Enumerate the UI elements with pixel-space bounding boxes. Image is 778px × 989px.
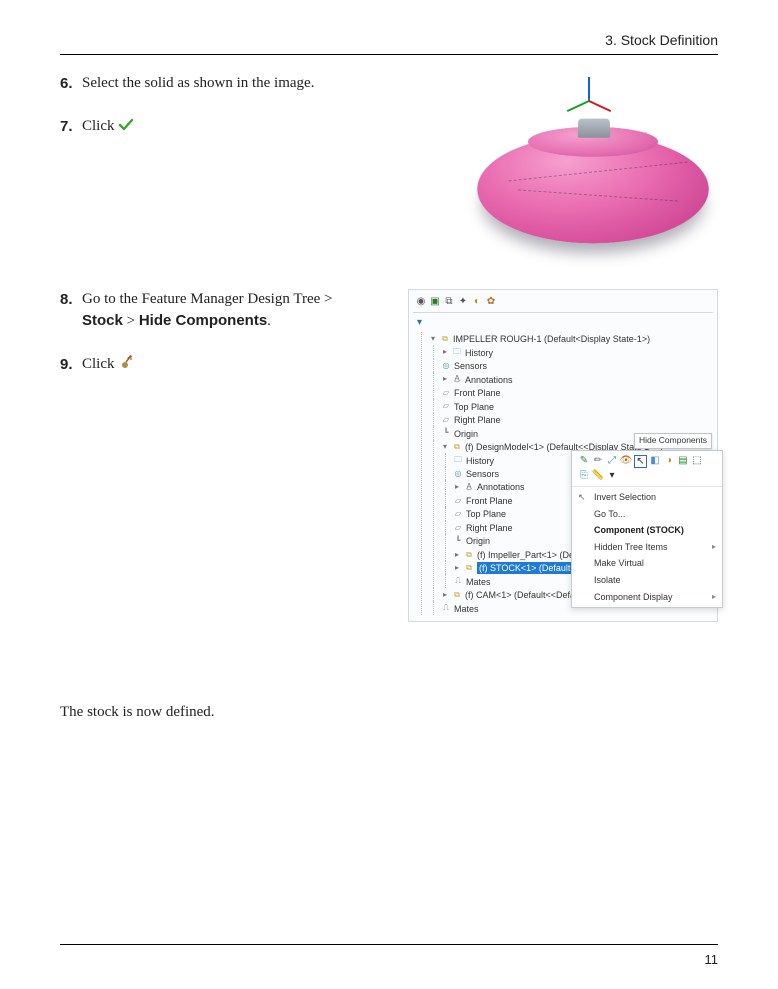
tab-config-icon[interactable]: ⧉ xyxy=(443,296,455,308)
ctx-component-display[interactable]: Component Display▸ xyxy=(572,589,722,606)
ctx-suppress-icon[interactable]: ⬚ xyxy=(691,455,703,467)
ctx-measure-icon[interactable]: 📏 xyxy=(592,470,604,482)
tab-feature-icon[interactable]: ◉ xyxy=(415,296,427,308)
step-number: 7. xyxy=(60,116,73,137)
submenu-caret-icon: ▸ xyxy=(712,541,716,552)
tree-annotations[interactable]: ▸A̲Annotations xyxy=(441,374,513,386)
step-7: 7. Click xyxy=(60,116,450,139)
model-figure xyxy=(468,73,718,263)
crumb-hide: Hide Components xyxy=(139,312,267,329)
filter-icon[interactable]: ▾ xyxy=(417,316,429,328)
invert-icon: ↖ xyxy=(578,491,586,504)
tree-root[interactable]: ▾⧉IMPELLER ROUGH-1 (Default<Display Stat… xyxy=(429,333,650,345)
tree-d-right-plane[interactable]: ▱Right Plane xyxy=(453,522,513,534)
step-6: 6. Select the solid as shown in the imag… xyxy=(60,73,450,94)
subassembly-icon: ⧉ xyxy=(452,442,462,452)
submenu-caret-icon: ▸ xyxy=(712,591,716,602)
mates-icon: ⎍ xyxy=(453,577,463,587)
ctx-invert-selection[interactable]: ↖Invert Selection xyxy=(572,489,722,506)
step-8: 8. Go to the Feature Manager Design Tree… xyxy=(60,289,390,332)
folder-icon: 🗀 xyxy=(453,456,463,466)
tree-d-sensors[interactable]: ◎Sensors xyxy=(453,468,499,480)
ctx-more-icon[interactable]: ▾ xyxy=(606,470,618,482)
tab-property-icon[interactable]: ▣ xyxy=(429,296,441,308)
plane-icon: ▱ xyxy=(453,523,463,533)
ctx-copy-icon[interactable]: ⎘ xyxy=(578,470,590,482)
context-toolbar: ✎ ✏ ⤢ 👁 ↖ ◧ ◑ ▤ ⬚ ⎘ 📏 ▾ xyxy=(572,451,722,487)
tree-d-mates[interactable]: ⎍Mates xyxy=(453,576,491,588)
ctx-hide-icon[interactable]: 👁 xyxy=(620,455,632,467)
step-lead: Go to the Feature Manager Design Tree > xyxy=(82,291,333,307)
tree-sensors[interactable]: ◎Sensors xyxy=(441,360,487,372)
ctx-transparency-icon[interactable]: ◧ xyxy=(649,455,661,467)
sensor-icon: ◎ xyxy=(441,361,451,371)
ctx-go-to[interactable]: Go To... xyxy=(572,506,722,523)
annotation-icon: A̲ xyxy=(452,375,462,385)
checkmark-icon xyxy=(118,118,134,139)
ctx-edit-icon[interactable]: ✏ xyxy=(592,455,604,467)
subassembly-icon: ⧉ xyxy=(452,590,462,600)
ctx-float-icon[interactable]: ✎ xyxy=(578,455,590,467)
step-number: 8. xyxy=(60,289,73,310)
tree-mates[interactable]: ⎍Mates xyxy=(441,603,479,615)
step-text: Click xyxy=(82,118,115,134)
origin-icon: ┗ xyxy=(453,536,463,546)
tree-top-plane[interactable]: ▱Top Plane xyxy=(441,401,494,413)
part-icon: ⧉ xyxy=(464,563,474,573)
tree-origin[interactable]: ┗Origin xyxy=(441,428,478,440)
ctx-isolate[interactable]: Isolate xyxy=(572,572,722,589)
tree-right-plane[interactable]: ▱Right Plane xyxy=(441,414,501,426)
page-content: 6. Select the solid as shown in the imag… xyxy=(60,55,718,723)
crumb-stock: Stock xyxy=(82,312,123,329)
crumb-sep: > xyxy=(127,313,135,329)
tree-d-origin[interactable]: ┗Origin xyxy=(453,535,490,547)
step-text: Select the solid as shown in the image. xyxy=(82,75,314,91)
tree-history[interactable]: ▸🗀History xyxy=(441,347,493,359)
ctx-cursor-icon[interactable]: ↖ xyxy=(634,455,647,468)
plane-icon: ▱ xyxy=(441,415,451,425)
tree-tab-toolbar: ◉ ▣ ⧉ ✦ ◐ ✿ xyxy=(413,294,713,313)
ctx-hidden-tree-items[interactable]: Hidden Tree Items▸ xyxy=(572,539,722,556)
origin-icon: ┗ xyxy=(441,429,451,439)
feature-tree-screenshot: ◉ ▣ ⧉ ✦ ◐ ✿ ▾ ▾⧉IMPELLER ROUGH-1 (Defaul… xyxy=(408,289,718,622)
tree-d-front-plane[interactable]: ▱Front Plane xyxy=(453,495,513,507)
tree-front-plane[interactable]: ▱Front Plane xyxy=(441,387,501,399)
tab-cam-icon[interactable]: ✿ xyxy=(485,296,497,308)
tab-dimxpert-icon[interactable]: ✦ xyxy=(457,296,469,308)
ctx-color-icon[interactable]: ▤ xyxy=(677,455,689,467)
rebuild-icon xyxy=(118,354,134,377)
step-text: Click xyxy=(82,356,115,372)
ctx-make-virtual[interactable]: Make Virtual xyxy=(572,555,722,572)
period: . xyxy=(267,313,271,329)
hide-components-tooltip: Hide Components xyxy=(634,433,712,449)
page-header: 3. Stock Definition xyxy=(60,28,718,55)
sensor-icon: ◎ xyxy=(453,469,463,479)
ctx-open-icon[interactable]: ⤢ xyxy=(606,455,618,467)
step-number: 6. xyxy=(60,73,73,94)
ctx-component-header: Component (STOCK) xyxy=(572,522,722,539)
page-number: 11 xyxy=(705,952,719,967)
tree-d-annotations[interactable]: ▸A̲Annotations xyxy=(453,481,525,493)
step-9: 9. Click xyxy=(60,354,390,377)
assembly-icon: ⧉ xyxy=(440,334,450,344)
page-footer-rule xyxy=(60,944,718,945)
context-menu: Hide Components ✎ ✏ ⤢ 👁 ↖ ◧ ◑ ▤ ⬚ ⎘ xyxy=(571,450,723,608)
mates-icon: ⎍ xyxy=(441,604,451,614)
tab-display-icon[interactable]: ◐ xyxy=(471,296,483,308)
plane-icon: ▱ xyxy=(441,388,451,398)
part-icon: ⧉ xyxy=(464,550,474,560)
tree-d-top-plane[interactable]: ▱Top Plane xyxy=(453,508,506,520)
plane-icon: ▱ xyxy=(453,509,463,519)
plane-icon: ▱ xyxy=(441,402,451,412)
ctx-appearance-icon[interactable]: ◑ xyxy=(663,455,675,467)
plane-icon: ▱ xyxy=(453,496,463,506)
tree-d-history[interactable]: 🗀History xyxy=(453,455,494,467)
folder-icon: 🗀 xyxy=(452,348,462,358)
annotation-icon: A̲ xyxy=(464,483,474,493)
conclusion-text: The stock is now defined. xyxy=(60,702,718,723)
step-number: 9. xyxy=(60,354,73,375)
section-label: 3. Stock Definition xyxy=(605,32,718,48)
